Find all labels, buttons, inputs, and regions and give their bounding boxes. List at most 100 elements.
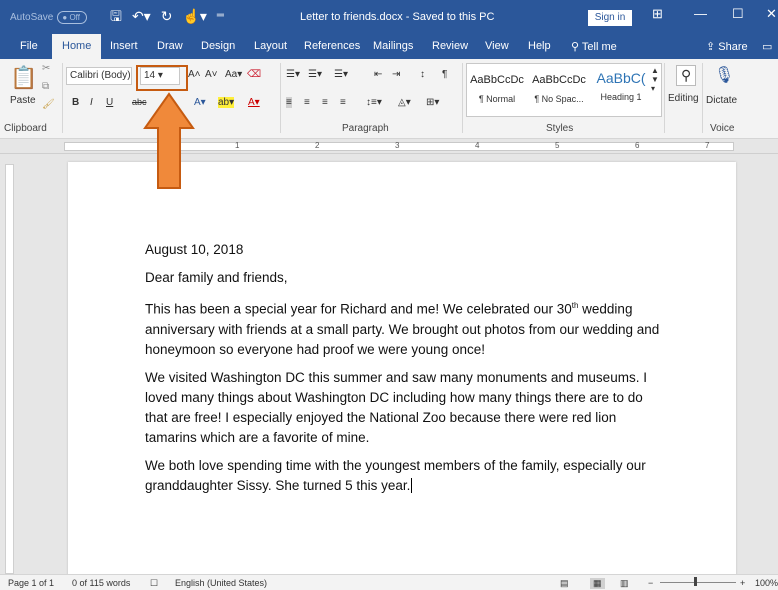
customize-qat-icon[interactable]: ═	[217, 8, 224, 24]
touch-mode-icon[interactable]: ☝▾	[182, 8, 206, 24]
style-normal[interactable]: AaBbCcDc ¶ Normal	[467, 64, 527, 116]
lightbulb-icon: ⚲	[571, 41, 580, 53]
comments-icon[interactable]: ▭	[762, 40, 772, 53]
page-count[interactable]: Page 1 of 1	[8, 578, 54, 588]
grow-font-icon[interactable]: A˄	[188, 69, 201, 80]
align-center-icon[interactable]: ≡	[304, 97, 310, 108]
tab-draw[interactable]: Draw	[157, 40, 183, 52]
paragraph-3-text: We both love spending time with the youn…	[145, 457, 646, 493]
dictate-button[interactable]: Dictate	[706, 95, 737, 106]
share-button[interactable]: ⇪ Share	[706, 40, 748, 53]
styles-group-label: Styles	[546, 123, 574, 134]
language-indicator[interactable]: English (United States)	[175, 578, 267, 588]
align-left-icon[interactable]: ≡	[286, 97, 292, 108]
document-area: August 10, 2018 Dear family and friends,…	[0, 154, 778, 582]
title-bar: AutoSave ● Off 🖫 ↶▾ ↻ ☝▾ ═ Letter to fri…	[0, 0, 778, 34]
zoom-slider[interactable]	[660, 582, 736, 583]
style-heading-1[interactable]: AaBbC( Heading 1	[591, 64, 651, 116]
cut-icon[interactable]: ✂	[42, 63, 50, 74]
autosave-control[interactable]: AutoSave ● Off	[10, 11, 88, 24]
increase-indent-icon[interactable]: ⇥	[392, 69, 400, 80]
horizontal-ruler: 1 2 3 4 5 6 7	[0, 139, 778, 154]
bullets-icon[interactable]: ☰▾	[286, 69, 300, 80]
tab-design[interactable]: Design	[201, 40, 235, 52]
share-icon: ⇪	[706, 41, 716, 53]
ribbon-tabs: File Home Insert Draw Design Layout Refe…	[0, 34, 778, 59]
read-mode-icon[interactable]: ▤	[560, 578, 569, 589]
styles-gallery: AaBbCcDc ¶ Normal AaBbCcDc ¶ No Spac... …	[466, 63, 662, 117]
save-icon[interactable]: 🖫	[110, 8, 122, 24]
microphone-icon[interactable]: 🎙	[714, 65, 734, 85]
highlight-icon[interactable]: ab▾	[218, 97, 235, 108]
italic-button[interactable]: I	[90, 97, 93, 108]
word-count[interactable]: 0 of 115 words	[72, 578, 130, 588]
multilevel-list-icon[interactable]: ☰▾	[334, 69, 348, 80]
zoom-out-icon[interactable]: −	[648, 578, 653, 588]
align-right-icon[interactable]: ≡	[322, 97, 328, 108]
editing-button[interactable]: Editing	[668, 93, 699, 104]
tab-review[interactable]: Review	[432, 40, 468, 52]
sort-icon[interactable]: ↕	[420, 69, 425, 80]
copy-icon[interactable]: ⧉	[42, 81, 49, 92]
style-preview: AaBbC(	[596, 70, 646, 86]
tab-insert[interactable]: Insert	[110, 40, 138, 52]
tab-mailings[interactable]: Mailings	[373, 40, 413, 52]
tab-references[interactable]: References	[304, 40, 360, 52]
close-icon[interactable]: ✕	[766, 6, 777, 22]
format-painter-icon[interactable]: 🖌	[42, 99, 55, 110]
divider	[62, 63, 63, 133]
find-icon[interactable]: ⚲	[676, 65, 697, 86]
document-page[interactable]: August 10, 2018 Dear family and friends,…	[68, 162, 736, 582]
vertical-ruler[interactable]	[5, 164, 14, 574]
paragraph-1: This has been a special year for Richard…	[145, 296, 665, 360]
up-arrow-annotation-icon	[143, 92, 195, 189]
text-effects-icon[interactable]: A▾	[194, 97, 206, 108]
numbering-icon[interactable]: ☰▾	[308, 69, 322, 80]
paste-icon[interactable]: 📋	[10, 65, 37, 91]
autosave-state: Off	[69, 13, 80, 22]
print-layout-icon[interactable]: ▦	[590, 578, 605, 589]
zoom-in-icon[interactable]: +	[740, 578, 745, 588]
underline-button[interactable]: U	[106, 97, 113, 108]
autosave-label: AutoSave	[10, 12, 54, 23]
divider	[280, 63, 281, 133]
justify-icon[interactable]: ≡	[340, 97, 346, 108]
tab-home[interactable]: Home	[52, 34, 102, 59]
borders-icon[interactable]: ⊞▾	[426, 97, 439, 108]
tell-me-search[interactable]: ⚲ Tell me	[571, 40, 617, 53]
maximize-icon[interactable]: ☐	[732, 6, 744, 22]
tab-help[interactable]: Help	[528, 40, 551, 52]
web-layout-icon[interactable]: ▥	[620, 578, 629, 589]
shading-icon[interactable]: ◬▾	[398, 97, 411, 108]
change-case-icon[interactable]: Aa▾	[225, 69, 242, 80]
ribbon-display-options-icon[interactable]: ⊞	[652, 6, 663, 22]
line-spacing-icon[interactable]: ↕≡▾	[366, 97, 382, 108]
clipboard-group-label: Clipboard	[4, 123, 47, 134]
zoom-level[interactable]: 100%	[755, 578, 778, 588]
show-marks-icon[interactable]: ¶	[442, 69, 447, 80]
proofing-icon[interactable]: ☐	[150, 578, 158, 589]
ruler-number: 7	[705, 141, 710, 150]
decrease-indent-icon[interactable]: ⇤	[374, 69, 382, 80]
ribbon: 📋 Paste ✂ ⧉ 🖌 Clipboard Calibri (Body) 1…	[0, 59, 778, 139]
tab-file[interactable]: File	[20, 40, 38, 52]
bold-button[interactable]: B	[72, 97, 79, 108]
shrink-font-icon[interactable]: A˅	[205, 69, 218, 80]
minimize-icon[interactable]: —	[694, 6, 707, 21]
tab-layout[interactable]: Layout	[254, 40, 287, 52]
tab-view[interactable]: View	[485, 40, 509, 52]
autosave-toggle[interactable]: ● Off	[57, 11, 88, 24]
undo-icon[interactable]: ↶▾	[132, 8, 151, 24]
document-body[interactable]: August 10, 2018 Dear family and friends,…	[145, 240, 665, 504]
redo-icon[interactable]: ↻	[161, 8, 173, 24]
sign-in-button[interactable]: Sign in	[588, 10, 632, 26]
paste-button[interactable]: Paste	[10, 95, 36, 106]
paragraph-1-text: This has been a special year for Richard…	[145, 301, 572, 317]
clear-formatting-icon[interactable]: ⌫	[247, 69, 261, 80]
font-name-dropdown[interactable]: Calibri (Body)	[66, 67, 132, 85]
zoom-slider-thumb[interactable]	[694, 577, 697, 586]
styles-scroll-icon[interactable]: ▲ ▼ ▾	[651, 66, 659, 93]
style-no-spacing[interactable]: AaBbCcDc ¶ No Spac...	[529, 64, 589, 116]
font-color-icon[interactable]: A▾	[248, 97, 260, 108]
style-preview: AaBbCcDc	[532, 74, 586, 86]
